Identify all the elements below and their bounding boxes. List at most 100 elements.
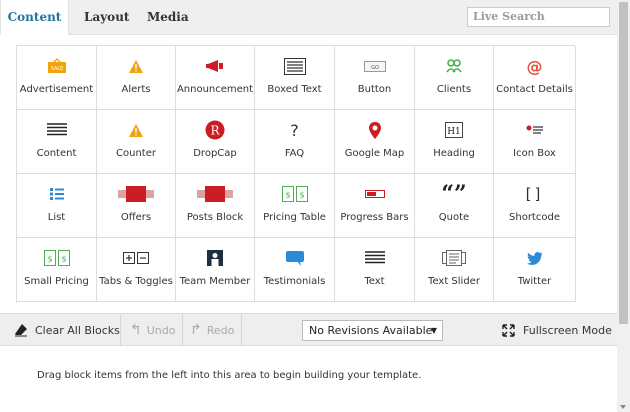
block-counter[interactable]: Counter <box>97 110 176 174</box>
block-label: Icon Box <box>513 148 556 159</box>
svg-text:$: $ <box>285 191 290 200</box>
plus-minus-icon <box>97 249 175 267</box>
vertical-scrollbar[interactable] <box>617 0 630 412</box>
fullscreen-mode-button[interactable]: Fullscreen Mode <box>502 314 612 346</box>
block-label: Twitter <box>517 276 552 287</box>
warning-icon <box>97 57 175 75</box>
text-lines-icon <box>335 249 414 267</box>
block-label: List <box>47 212 66 223</box>
block-label: Alerts <box>121 84 151 95</box>
tab-bar: Content Layout Media Live Search <box>0 0 617 36</box>
blocks-panel: SALE Advertisement Alerts Announcement Boxed… <box>0 35 617 313</box>
block-label: Counter <box>116 148 156 159</box>
megaphone-icon <box>176 57 254 75</box>
twitter-bird-icon <box>494 249 575 267</box>
block-tabs-and-toggles[interactable]: Tabs & Toggles <box>97 238 176 302</box>
block-small-pricing[interactable]: $ $ Small Pricing <box>17 238 97 302</box>
block-quote[interactable]: “” Quote <box>415 174 494 238</box>
redo-button[interactable]: ↱ Redo <box>190 314 234 346</box>
block-content[interactable]: Content <box>17 110 97 174</box>
block-label: Pricing Table <box>263 212 326 223</box>
block-label: Text <box>364 276 385 287</box>
scrollbar-thumb[interactable] <box>619 2 628 324</box>
block-shortcode[interactable]: [] Shortcode <box>494 174 576 238</box>
block-label: Contact Details <box>496 84 573 95</box>
scroll-down-arrow-icon[interactable] <box>620 405 626 409</box>
block-faq[interactable]: ? FAQ <box>255 110 335 174</box>
undo-icon: ↰ <box>130 322 142 338</box>
svg-text:$: $ <box>61 255 66 264</box>
block-posts-block[interactable]: Posts Block <box>176 174 255 238</box>
tab-content[interactable]: Content <box>0 0 69 36</box>
undo-label: Undo <box>146 323 176 337</box>
go-button-icon: GO <box>335 57 414 75</box>
block-contact-details[interactable]: @ Contact Details <box>494 46 576 110</box>
block-clients[interactable]: Clients <box>415 46 494 110</box>
block-text[interactable]: Text <box>335 238 415 302</box>
block-alerts[interactable]: Alerts <box>97 46 176 110</box>
builder-toolbar: Clear All Blocks ↰ Undo ↱ Redo No Revisi… <box>0 313 617 346</box>
eraser-icon <box>14 323 28 337</box>
map-pin-icon <box>335 121 414 139</box>
block-team-member[interactable]: Team Member <box>176 238 255 302</box>
svg-text:GO: GO <box>371 65 379 71</box>
tab-layout[interactable]: Layout <box>84 0 129 35</box>
block-icon-box[interactable]: Icon Box <box>494 110 576 174</box>
person-card-icon <box>176 249 254 267</box>
svg-text:H1: H1 <box>447 127 461 137</box>
block-label: Posts Block <box>186 212 244 223</box>
block-advertisement[interactable]: SALE Advertisement <box>17 46 97 110</box>
svg-text:SALE: SALE <box>50 66 63 72</box>
block-label: Tabs & Toggles <box>99 276 173 287</box>
clear-all-blocks-button[interactable]: Clear All Blocks <box>14 314 120 346</box>
text-lines-icon <box>17 121 96 139</box>
boxed-lines-icon <box>255 57 334 75</box>
block-label: Progress Bars <box>340 212 409 223</box>
question-icon: ? <box>290 120 299 140</box>
block-label: Button <box>357 84 392 95</box>
block-boxed-text[interactable]: Boxed Text <box>255 46 335 110</box>
block-list[interactable]: List <box>17 174 97 238</box>
block-label: Clients <box>436 84 472 95</box>
live-search-input[interactable]: Live Search <box>467 7 610 27</box>
block-pricing-table[interactable]: $ $ Pricing Table <box>255 174 335 238</box>
svg-text:$: $ <box>299 191 304 200</box>
quote-icon: “” <box>441 181 467 207</box>
block-text-slider[interactable]: Text Slider <box>415 238 494 302</box>
svg-text:$: $ <box>47 255 52 264</box>
block-label: FAQ <box>284 148 305 159</box>
block-testimonials[interactable]: Testimonials <box>255 238 335 302</box>
block-button[interactable]: GO Button <box>335 46 415 110</box>
at-sign-icon: @ <box>526 56 543 76</box>
block-twitter[interactable]: Twitter <box>494 238 576 302</box>
pricing-table-icon: $ $ <box>255 185 334 203</box>
ribbon-icon <box>97 185 175 203</box>
list-icon <box>17 185 96 203</box>
block-google-map[interactable]: Google Map <box>335 110 415 174</box>
block-announcement[interactable]: Announcement <box>176 46 255 110</box>
progress-bar-icon <box>335 185 414 203</box>
block-label: Heading <box>433 148 475 159</box>
chat-bubble-icon <box>255 249 334 267</box>
brackets-icon: [] <box>525 185 544 203</box>
canvas-hint: Drag block items from the left into this… <box>37 370 422 381</box>
block-label: DropCap <box>193 148 237 159</box>
undo-button[interactable]: ↰ Undo <box>130 314 175 346</box>
block-dropcap[interactable]: R DropCap <box>176 110 255 174</box>
block-label: Text Slider <box>428 276 480 287</box>
fullscreen-icon <box>502 323 515 337</box>
fullscreen-label: Fullscreen Mode <box>523 323 612 337</box>
sale-tag-icon: SALE <box>17 57 96 75</box>
redo-label: Redo <box>206 323 235 337</box>
heading-h1-icon: H1 <box>415 121 493 139</box>
template-canvas[interactable]: Drag block items from the left into this… <box>0 346 617 412</box>
block-heading[interactable]: H1 Heading <box>415 110 494 174</box>
slider-icon <box>415 249 493 267</box>
block-offers[interactable]: Offers <box>97 174 176 238</box>
tab-media[interactable]: Media <box>147 0 189 35</box>
svg-text:R: R <box>210 124 220 138</box>
block-progress-bars[interactable]: Progress Bars <box>335 174 415 238</box>
block-label: Boxed Text <box>267 84 322 95</box>
pricing-table-icon: $ $ <box>17 249 96 267</box>
revisions-select[interactable]: No Revisions Available ▼ <box>302 320 443 341</box>
